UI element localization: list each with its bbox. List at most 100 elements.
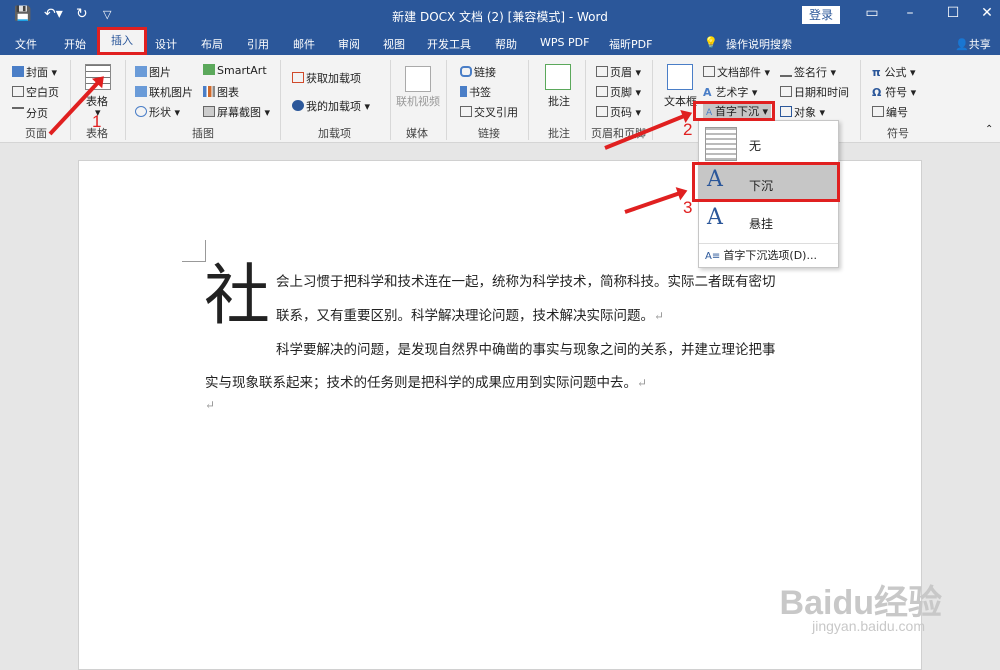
blank-page-icon (12, 86, 24, 97)
paragraph-line-2[interactable]: 联系，又有重要区别。科学解决理论问题，技术解决实际问题。↵ (276, 304, 664, 324)
drop-cap-none-option[interactable]: 无 (703, 125, 836, 163)
online-pictures-label: 联机图片 (149, 86, 193, 99)
my-addins-button[interactable]: 我的加载项 ▾ (292, 98, 370, 114)
textbox-icon[interactable] (667, 64, 693, 90)
page-number-button[interactable]: 页码 ▾ (596, 104, 641, 120)
login-button[interactable]: 登录 (802, 6, 840, 24)
shapes-button[interactable]: 形状 ▾ (135, 104, 180, 120)
my-addins-label: 我的加载项 (306, 100, 361, 113)
link-icon (460, 66, 472, 77)
drop-cap-letter[interactable]: 社 (204, 256, 270, 336)
page-break-button[interactable]: 分页 (12, 105, 48, 121)
watermark-logo: Baidu经验 (779, 584, 942, 622)
tab-references[interactable]: 引用 (247, 36, 269, 52)
screenshot-button[interactable]: 屏幕截图 ▾ (203, 104, 270, 120)
title-bar: 💾 ↶▾ ↻ ▽ 新建 DOCX 文档 (2) [兼容模式] - Word 登录… (0, 0, 1000, 30)
cross-reference-icon (460, 106, 472, 117)
cross-reference-button[interactable]: 交叉引用 (460, 104, 518, 120)
equation-button[interactable]: π 公式 ▾ (872, 64, 916, 80)
paragraph-mark: ↵ (637, 376, 648, 390)
paragraph-line-1[interactable]: 会上习惯于把科学和技术连在一起，统称为科学技术，简称科技。实际二者既有密切 (276, 270, 776, 290)
empty-paragraph-mark: ↵ (205, 398, 216, 412)
wordart-button[interactable]: A 艺术字 ▾ (703, 84, 757, 100)
cover-page-button[interactable]: 封面 ▾ (12, 64, 57, 80)
online-video-icon[interactable] (405, 66, 431, 92)
header-button[interactable]: 页眉 ▾ (596, 64, 641, 80)
window-title: 新建 DOCX 文档 (2) [兼容模式] - Word (392, 10, 608, 24)
signature-line-button[interactable]: 签名行 ▾ (780, 64, 836, 80)
link-label: 链接 (474, 66, 496, 79)
omega-icon: Ω (872, 86, 886, 99)
group-comments: 批注 (548, 127, 570, 140)
tab-insert[interactable]: 插入 (97, 27, 147, 55)
drop-cap-options-label: 首字下沉选项(D)... (723, 249, 817, 262)
tab-design[interactable]: 设计 (155, 36, 177, 52)
close-icon[interactable]: ✕ (972, 5, 1000, 21)
annotation-label-3: 3 (683, 198, 693, 217)
tab-foxit-pdf[interactable]: 福昕PDF (609, 36, 652, 52)
tab-home[interactable]: 开始 (64, 36, 86, 52)
ribbon-separator (446, 60, 447, 140)
page-number-icon (596, 106, 608, 117)
blank-page-button[interactable]: 空白页 (12, 84, 59, 100)
pi-icon: π (872, 66, 885, 79)
tab-view[interactable]: 视图 (383, 36, 405, 52)
tab-mailings[interactable]: 邮件 (293, 36, 315, 52)
tab-review[interactable]: 审阅 (338, 36, 360, 52)
page-break-label: 分页 (26, 107, 48, 120)
paragraph-line-4[interactable]: 实与现象联系起来；技术的任务则是把科学的成果应用到实际问题中去。↵ (205, 371, 647, 391)
quick-parts-button[interactable]: 文档部件 ▾ (703, 64, 770, 80)
ribbon-separator (280, 60, 281, 140)
drop-cap-in-margin-icon: A (707, 205, 723, 230)
tab-help[interactable]: 帮助 (495, 36, 517, 52)
collapse-ribbon-icon[interactable]: ⌃ (985, 124, 993, 135)
page-break-icon (12, 107, 24, 118)
link-button[interactable]: 链接 (460, 64, 496, 80)
get-addins-label: 获取加载项 (306, 72, 361, 85)
object-label: 对象 (794, 106, 816, 119)
online-video-button[interactable]: 联机视频 (396, 93, 440, 109)
tab-file[interactable]: 文件 (15, 36, 37, 52)
number-button[interactable]: 编号 (872, 104, 908, 120)
get-addins-button[interactable]: 获取加载项 (292, 70, 361, 86)
comment-button[interactable]: 批注 (548, 93, 570, 109)
date-time-button[interactable]: 日期和时间 (780, 84, 849, 100)
maximize-icon[interactable]: ☐ (938, 5, 968, 21)
shapes-icon (135, 106, 147, 117)
online-pictures-button[interactable]: 联机图片 (135, 84, 193, 100)
date-time-label: 日期和时间 (794, 86, 849, 99)
cover-page-icon (12, 66, 24, 77)
bookmark-button[interactable]: 书签 (460, 84, 491, 100)
comment-icon[interactable] (545, 64, 571, 90)
tab-developer[interactable]: 开发工具 (427, 36, 471, 52)
minimize-icon[interactable]: – (895, 5, 925, 21)
group-illustrations: 插图 (192, 127, 214, 140)
watermark-url: jingyan.baidu.com (812, 618, 925, 634)
drop-cap-options-item[interactable]: A≡ 首字下沉选项(D)... (705, 247, 817, 263)
paragraph-line-3[interactable]: 科学要解决的问题，是发现自然界中确凿的事实与现象之间的关系，并建立理论把事 (276, 338, 776, 358)
cover-page-label: 封面 (26, 66, 48, 79)
margin-corner-mark (182, 240, 206, 262)
tab-wps-pdf[interactable]: WPS PDF (540, 36, 589, 49)
tab-layout[interactable]: 布局 (201, 36, 223, 52)
page-number-label: 页码 (610, 106, 632, 119)
group-pages: 页面 (25, 127, 47, 140)
blank-page-label: 空白页 (26, 86, 59, 99)
group-symbols: 符号 (887, 127, 909, 140)
tell-me-search[interactable]: 操作说明搜索 (726, 36, 792, 52)
annotation-box-dropped (692, 162, 840, 202)
footer-button[interactable]: 页脚 ▾ (596, 84, 641, 100)
pictures-button[interactable]: 图片 (135, 64, 171, 80)
number-icon (872, 106, 884, 117)
footer-label: 页脚 (610, 86, 632, 99)
chart-button[interactable]: 图表 (203, 84, 239, 100)
drop-cap-in-margin-option[interactable]: A 悬挂 (703, 203, 836, 241)
smartart-button[interactable]: SmartArt (203, 64, 267, 77)
header-label: 页眉 (610, 66, 632, 79)
addins-store-icon (292, 72, 304, 83)
share-button[interactable]: 👤共享 (955, 36, 991, 52)
object-button[interactable]: 对象 ▾ (780, 104, 825, 120)
ribbon-display-icon[interactable]: ▭ (857, 5, 887, 21)
chart-icon (203, 86, 215, 97)
symbol-button[interactable]: Ω 符号 ▾ (872, 84, 916, 100)
